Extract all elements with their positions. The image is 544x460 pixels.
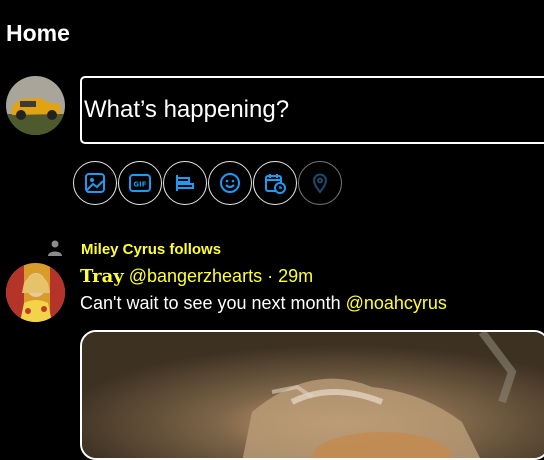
compose-toolbar: GIF — [73, 161, 342, 205]
emoji-icon — [220, 173, 240, 193]
tweet-timestamp[interactable]: 29m — [278, 266, 313, 286]
add-poll-button[interactable] — [163, 161, 207, 205]
add-media-button[interactable] — [73, 161, 117, 205]
gif-label: GIF — [133, 181, 146, 189]
add-gif-button[interactable]: GIF — [118, 161, 162, 205]
author-handle[interactable]: @bangerzhearts — [129, 266, 262, 286]
image-icon — [85, 173, 105, 193]
schedule-button[interactable] — [253, 161, 297, 205]
tweet-text-content: Can't wait to see you next month — [80, 293, 346, 313]
location-icon — [312, 173, 328, 194]
compose-input[interactable] — [80, 76, 544, 144]
person-icon — [48, 240, 62, 256]
separator: · — [267, 266, 274, 286]
user-avatar[interactable] — [6, 76, 65, 135]
social-context[interactable]: Miley Cyrus follows — [81, 241, 221, 258]
page-title: Home — [6, 20, 70, 46]
tweet-author-avatar[interactable] — [6, 263, 65, 322]
gif-icon: GIF — [129, 174, 151, 192]
author-name[interactable]: Tray — [80, 266, 124, 287]
tweet-media[interactable] — [80, 330, 544, 460]
add-emoji-button[interactable] — [208, 161, 252, 205]
tweet-header: Tray @bangerzhearts · 29m — [80, 266, 313, 287]
mention-link[interactable]: @noahcyrus — [346, 293, 447, 313]
poll-icon — [176, 175, 194, 191]
schedule-icon — [265, 174, 286, 194]
tweet-text: Can't wait to see you next month @noahcy… — [80, 293, 447, 314]
add-location-button[interactable] — [298, 161, 342, 205]
